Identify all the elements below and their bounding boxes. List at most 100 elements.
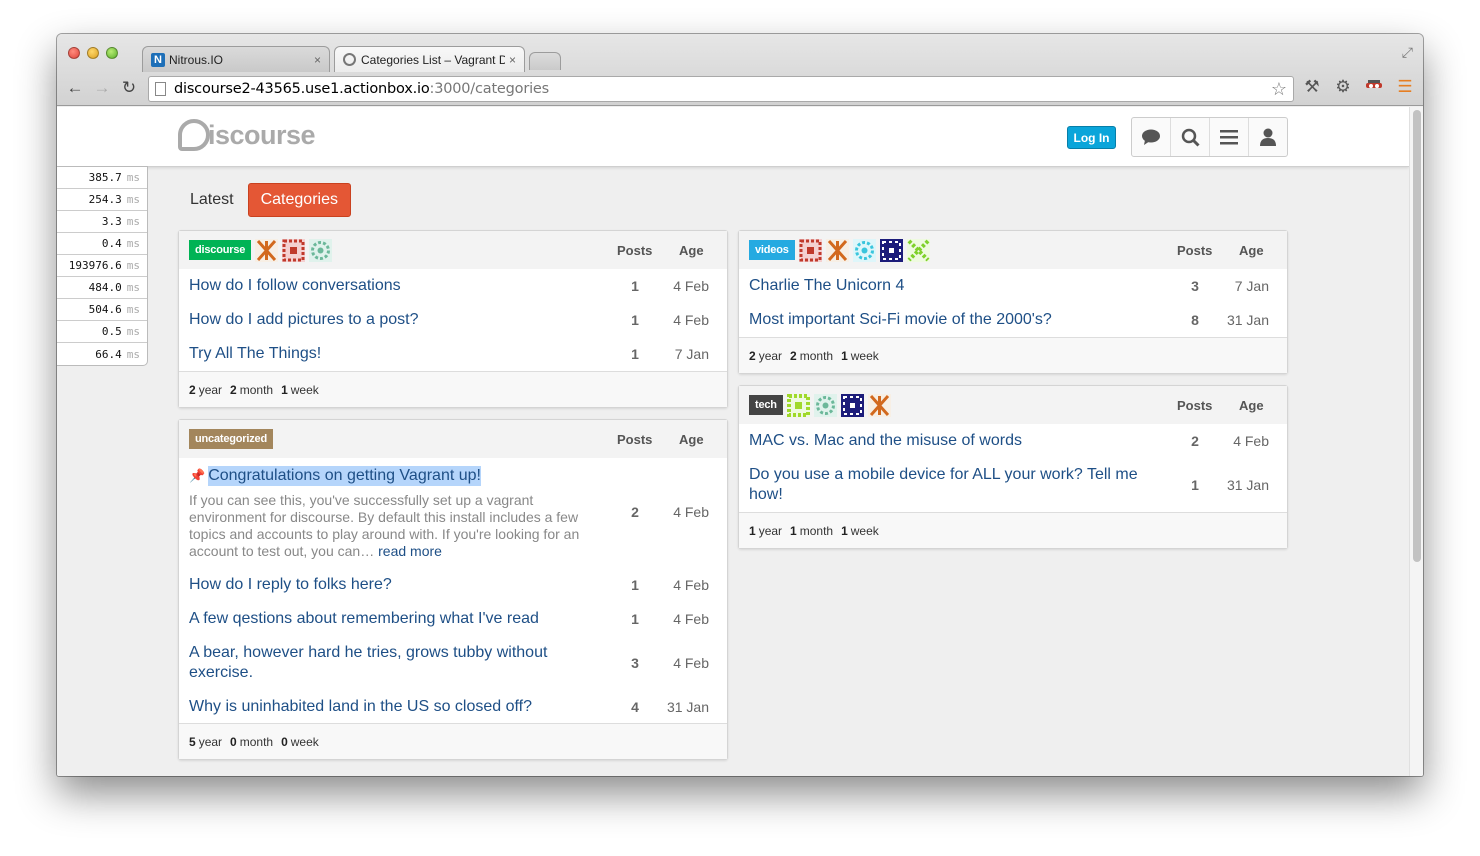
- user-icon[interactable]: [1249, 118, 1287, 156]
- topic-age[interactable]: 4 Feb: [659, 312, 709, 328]
- topic-age[interactable]: 4 Feb: [659, 655, 709, 671]
- minimize-window-button[interactable]: [87, 47, 99, 59]
- topic-age[interactable]: 7 Jan: [659, 346, 709, 362]
- site-header: iscourse Log In: [57, 107, 1409, 167]
- topic-link[interactable]: MAC vs. Mac and the misuse of words: [749, 431, 1022, 451]
- topic-link[interactable]: Charlie The Unicorn 4: [749, 276, 904, 296]
- category-badge-tech[interactable]: tech: [749, 395, 783, 415]
- topic-row: MAC vs. Mac and the misuse of words 2 4 …: [739, 424, 1287, 458]
- topic-link[interactable]: Why is uninhabited land in the US so clo…: [189, 697, 532, 717]
- user-avatar-icon[interactable]: [867, 393, 891, 417]
- hamburger-menu-icon[interactable]: [1210, 118, 1249, 156]
- topic-link[interactable]: How do I follow conversations: [189, 276, 401, 296]
- address-bar[interactable]: discourse2-43565.use1.actionbox.io:3000/…: [148, 76, 1294, 102]
- user-avatar-icon[interactable]: [813, 393, 837, 417]
- close-tab-icon[interactable]: ×: [314, 53, 321, 67]
- user-avatar-icon[interactable]: [852, 238, 876, 262]
- category-box-tech: tech Posts Age MAC vs. Mac and the misus…: [738, 385, 1288, 549]
- topic-age[interactable]: 31 Jan: [1219, 312, 1269, 328]
- topic-excerpt: If you can see this, you've successfully…: [189, 492, 599, 560]
- chat-bubble-icon[interactable]: [1132, 118, 1171, 156]
- nav-latest[interactable]: Latest: [178, 184, 246, 216]
- timing-unit: ms: [126, 347, 140, 361]
- chrome-menu-icon[interactable]: ☰: [1394, 77, 1416, 97]
- topic-age[interactable]: 31 Jan: [1219, 477, 1269, 493]
- user-avatar-icon[interactable]: [825, 238, 849, 262]
- timing-row[interactable]: 385.7 ms: [57, 167, 147, 189]
- bookmark-star-icon[interactable]: ☆: [1271, 79, 1287, 100]
- scrollbar-thumb[interactable]: [1413, 110, 1421, 562]
- user-avatar-icon[interactable]: [840, 393, 864, 417]
- topic-link[interactable]: Do you use a mobile device for ALL your …: [749, 465, 1149, 505]
- topic-age[interactable]: 4 Feb: [659, 504, 709, 520]
- timing-value: 254.3: [88, 193, 122, 206]
- discourse-logo[interactable]: iscourse: [178, 119, 316, 151]
- user-avatar-icon[interactable]: [906, 238, 930, 262]
- topic-link[interactable]: How do I add pictures to a post?: [189, 310, 418, 330]
- logo-text: iscourse: [208, 119, 316, 150]
- category-stats: 2 year 2 month 1 week: [739, 337, 1287, 373]
- wrench-icon[interactable]: ⚒: [1301, 77, 1323, 97]
- stat-years: 2 year: [189, 382, 223, 397]
- category-header: uncategorized Posts Age: [179, 420, 727, 458]
- topic-age[interactable]: 31 Jan: [659, 699, 709, 715]
- timing-value: 504.6: [88, 303, 122, 316]
- topic-row: A few qestions about remembering what I'…: [179, 602, 727, 636]
- user-avatar-icon[interactable]: [309, 238, 333, 262]
- category-badge-videos[interactable]: videos: [749, 240, 795, 260]
- gear-icon[interactable]: ⚙: [1332, 77, 1354, 97]
- category-header: tech Posts Age: [739, 386, 1287, 424]
- tab-nitrous[interactable]: N Nitrous.IO ×: [142, 46, 330, 72]
- topic-link[interactable]: A bear, however hard he tries, grows tub…: [189, 643, 569, 683]
- timing-unit: ms: [126, 215, 140, 228]
- close-tab-icon[interactable]: ×: [509, 53, 516, 67]
- log-in-button[interactable]: Log In: [1067, 126, 1116, 149]
- topic-age[interactable]: 4 Feb: [659, 611, 709, 627]
- timing-unit: ms: [126, 325, 140, 338]
- timing-row[interactable]: 254.3 ms: [57, 189, 147, 211]
- timing-row[interactable]: 193976.6 ms: [57, 255, 147, 277]
- topic-link[interactable]: How do I reply to folks here?: [189, 575, 392, 595]
- user-avatar-icon[interactable]: [255, 238, 279, 262]
- reload-icon[interactable]: ↻: [119, 78, 139, 98]
- topic-posts-count: 1: [631, 611, 639, 627]
- extension-mask-icon[interactable]: [1363, 77, 1385, 97]
- new-tab-button[interactable]: [529, 52, 561, 70]
- page-scrollbar[interactable]: [1409, 107, 1423, 776]
- close-window-button[interactable]: [68, 47, 80, 59]
- timing-row[interactable]: 66.4 ms: [57, 343, 147, 365]
- category-badge-discourse[interactable]: discourse: [189, 240, 252, 260]
- fullscreen-icon[interactable]: ⤢: [1402, 44, 1413, 61]
- timing-row[interactable]: 504.6 ms: [57, 299, 147, 321]
- user-avatar-icon[interactable]: [786, 393, 810, 417]
- age-column-header: Age: [1239, 243, 1264, 258]
- forward-arrow-icon[interactable]: →: [92, 78, 112, 98]
- topic-link[interactable]: Congratulations on getting Vagrant up!: [208, 466, 481, 486]
- stat-months: 0 month: [230, 734, 274, 749]
- nav-categories[interactable]: Categories: [247, 183, 351, 217]
- topic-age[interactable]: 4 Feb: [1219, 433, 1269, 449]
- page-icon: [155, 82, 166, 96]
- timing-row[interactable]: 3.3 ms: [57, 211, 147, 233]
- search-icon[interactable]: [1171, 118, 1210, 156]
- user-avatar-icon[interactable]: [879, 238, 903, 262]
- tab-categories[interactable]: Categories List – Vagrant D ×: [334, 46, 525, 72]
- topic-posts-count: 1: [631, 346, 639, 362]
- browser-window: N Nitrous.IO × Categories List – Vagrant…: [57, 34, 1423, 776]
- timing-row[interactable]: 0.5 ms: [57, 321, 147, 343]
- category-badge-uncategorized[interactable]: uncategorized: [189, 429, 273, 449]
- read-more-link[interactable]: read more: [378, 543, 442, 559]
- user-avatar-icon[interactable]: [798, 238, 822, 262]
- topic-age[interactable]: 7 Jan: [1219, 278, 1269, 294]
- topic-age[interactable]: 4 Feb: [659, 577, 709, 593]
- back-arrow-icon[interactable]: ←: [65, 78, 85, 98]
- topic-link[interactable]: Most important Sci-Fi movie of the 2000'…: [749, 310, 1052, 330]
- timing-row[interactable]: 0.4 ms: [57, 233, 147, 255]
- topic-link[interactable]: A few qestions about remembering what I'…: [189, 609, 539, 629]
- timing-row[interactable]: 484.0 ms: [57, 277, 147, 299]
- timing-unit: ms: [126, 303, 140, 316]
- user-avatar-icon[interactable]: [282, 238, 306, 262]
- topic-link[interactable]: Try All The Things!: [189, 344, 321, 364]
- zoom-window-button[interactable]: [106, 47, 118, 59]
- topic-age[interactable]: 4 Feb: [659, 278, 709, 294]
